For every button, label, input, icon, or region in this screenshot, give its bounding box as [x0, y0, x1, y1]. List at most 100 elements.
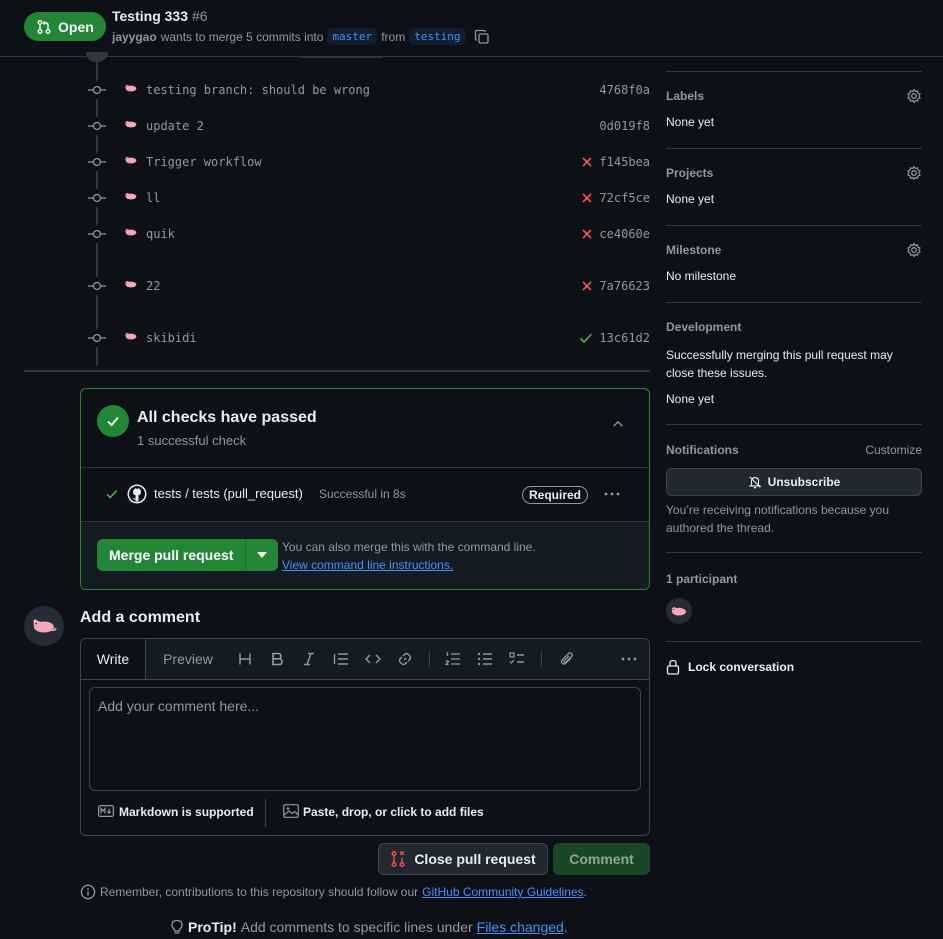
commit-icon — [88, 153, 106, 171]
unordered-list-icon[interactable] — [475, 649, 495, 669]
task-list-icon[interactable] — [507, 649, 527, 669]
x-icon[interactable] — [581, 156, 593, 168]
gear-icon[interactable] — [906, 165, 922, 181]
check-row[interactable]: tests / tests (pull_request) Successful … — [81, 468, 649, 522]
commit-row[interactable]: ll 72cf5ce — [88, 188, 650, 208]
development-heading[interactable]: Development — [666, 320, 922, 334]
gear-icon[interactable] — [906, 242, 922, 258]
commit-message[interactable]: update 2 — [146, 119, 204, 133]
triangle-down-icon[interactable] — [246, 539, 279, 571]
sidebar-divider — [666, 225, 922, 226]
link-icon[interactable] — [395, 649, 415, 669]
close-pr-button[interactable]: Close pull request — [378, 843, 548, 875]
quote-icon[interactable] — [331, 649, 351, 669]
commit-sha[interactable]: 13c61d2 — [599, 331, 650, 345]
italic-icon[interactable] — [299, 649, 319, 669]
checks-summary[interactable]: All checks have passed 1 successful chec… — [81, 389, 649, 468]
guidelines-link[interactable]: GitHub Community Guidelines — [422, 885, 583, 899]
merge-box: All checks have passed 1 successful chec… — [80, 388, 650, 590]
projects-heading[interactable]: Projects — [666, 166, 922, 180]
heading-icon[interactable] — [235, 649, 255, 669]
commit-icon — [88, 81, 106, 99]
commit-row[interactable]: update 2 0d019f8 — [88, 116, 650, 136]
merge-hint: You can also merge this with the command… — [282, 540, 536, 554]
status-badge: Open — [24, 12, 106, 41]
notifications-text: You’re receiving notifications because y… — [666, 503, 890, 535]
customize-link[interactable]: Customize — [865, 443, 922, 457]
commit-message[interactable]: 22 — [146, 279, 160, 293]
files-changed-link[interactable]: Files changed — [477, 919, 564, 935]
commit-author-avatar[interactable] — [124, 119, 138, 133]
user-avatar[interactable] — [24, 606, 64, 646]
guidelines-suffix: . — [583, 885, 587, 899]
gear-icon[interactable] — [906, 88, 922, 104]
commit-message[interactable]: quik — [146, 227, 175, 241]
commit-row[interactable]: quik ce4060e — [88, 224, 650, 244]
commit-sha[interactable]: ce4060e — [599, 227, 650, 241]
code-icon[interactable] — [363, 649, 383, 669]
tab-write[interactable]: Write — [81, 639, 146, 679]
x-icon[interactable] — [581, 192, 593, 204]
commit-sha[interactable]: 0d019f8 — [599, 119, 650, 133]
copy-icon[interactable] — [474, 29, 490, 45]
editor-footer: Markdown is supported Paste, drop, or cl… — [81, 797, 649, 827]
merge-section: Merge pull request You can also merge th… — [81, 522, 649, 589]
more-options-icon[interactable] — [619, 649, 639, 669]
ordered-list-icon[interactable] — [443, 649, 463, 669]
protip-text: Add comments to specific lines under — [240, 919, 473, 935]
commit-author-avatar[interactable] — [124, 83, 138, 97]
head-branch[interactable]: testing — [409, 28, 466, 45]
base-branch[interactable]: master — [327, 28, 378, 45]
x-icon[interactable] — [581, 280, 593, 292]
commit-author-avatar[interactable] — [124, 227, 138, 241]
paperclip-icon[interactable] — [557, 649, 577, 669]
commit-message[interactable]: testing branch: should be wrong — [146, 83, 370, 97]
markdown-supported-link[interactable]: Markdown is supported — [119, 805, 254, 819]
bold-icon[interactable] — [267, 649, 287, 669]
commit-row[interactable]: 22 7a76623 — [88, 276, 650, 296]
sidebar-divider — [666, 552, 922, 553]
x-icon[interactable] — [581, 228, 593, 240]
commit-row[interactable]: Trigger workflow f145bea — [88, 152, 650, 172]
info-icon — [80, 884, 96, 900]
commit-author-avatar[interactable] — [124, 331, 138, 345]
merge-button[interactable]: Merge pull request — [97, 539, 247, 571]
protip-suffix: . — [563, 919, 568, 935]
commit-author-avatar[interactable] — [124, 191, 138, 205]
participants-heading: 1 participant — [666, 572, 738, 586]
comment-input[interactable] — [90, 688, 640, 790]
commit-author-avatar[interactable] — [124, 155, 138, 169]
check-icon[interactable] — [579, 332, 593, 344]
command-line-link[interactable]: View command line instructions. — [282, 558, 453, 572]
kebab-menu-icon[interactable] — [603, 486, 621, 502]
labels-heading[interactable]: Labels — [666, 89, 922, 103]
status-label: Open — [58, 18, 94, 35]
comment-heading: Add a comment — [80, 609, 201, 626]
commit-sha[interactable]: f145bea — [599, 155, 650, 169]
commit-message[interactable]: Trigger workflow — [146, 155, 262, 169]
author-link[interactable]: jayygao — [112, 30, 157, 44]
lock-icon — [666, 659, 680, 675]
participant-avatar[interactable] — [666, 598, 692, 624]
chevron-up-icon[interactable] — [611, 417, 625, 431]
attach-files-button[interactable]: Paste, drop, or click to add files — [303, 805, 484, 819]
sidebar-divider — [666, 71, 922, 72]
development-text: Successfully merging this pull request m… — [666, 348, 893, 380]
commit-author-avatar[interactable] — [124, 279, 138, 293]
tab-preview[interactable]: Preview — [145, 639, 231, 679]
commit-sha[interactable]: 72cf5ce — [599, 191, 650, 205]
check-name[interactable]: tests / tests (pull_request) — [154, 486, 303, 501]
milestone-heading[interactable]: Milestone — [666, 243, 922, 257]
commit-sha[interactable]: 4768f0a — [599, 83, 650, 97]
comment-button[interactable]: Comment — [553, 843, 650, 875]
check-circle-icon — [97, 405, 129, 437]
commit-message[interactable]: ll — [146, 191, 160, 205]
unsubscribe-button[interactable]: Unsubscribe — [666, 468, 922, 496]
commit-row[interactable]: testing branch: should be wrong 4768f0a — [88, 80, 650, 100]
pr-number: #6 — [192, 8, 208, 24]
commit-row[interactable]: skibidi 13c61d2 — [88, 328, 650, 348]
timeline-bubble — [86, 52, 108, 62]
commit-sha[interactable]: 7a76623 — [599, 279, 650, 293]
lock-conversation-button[interactable]: Lock conversation — [666, 659, 794, 675]
commit-message[interactable]: skibidi — [146, 331, 197, 345]
